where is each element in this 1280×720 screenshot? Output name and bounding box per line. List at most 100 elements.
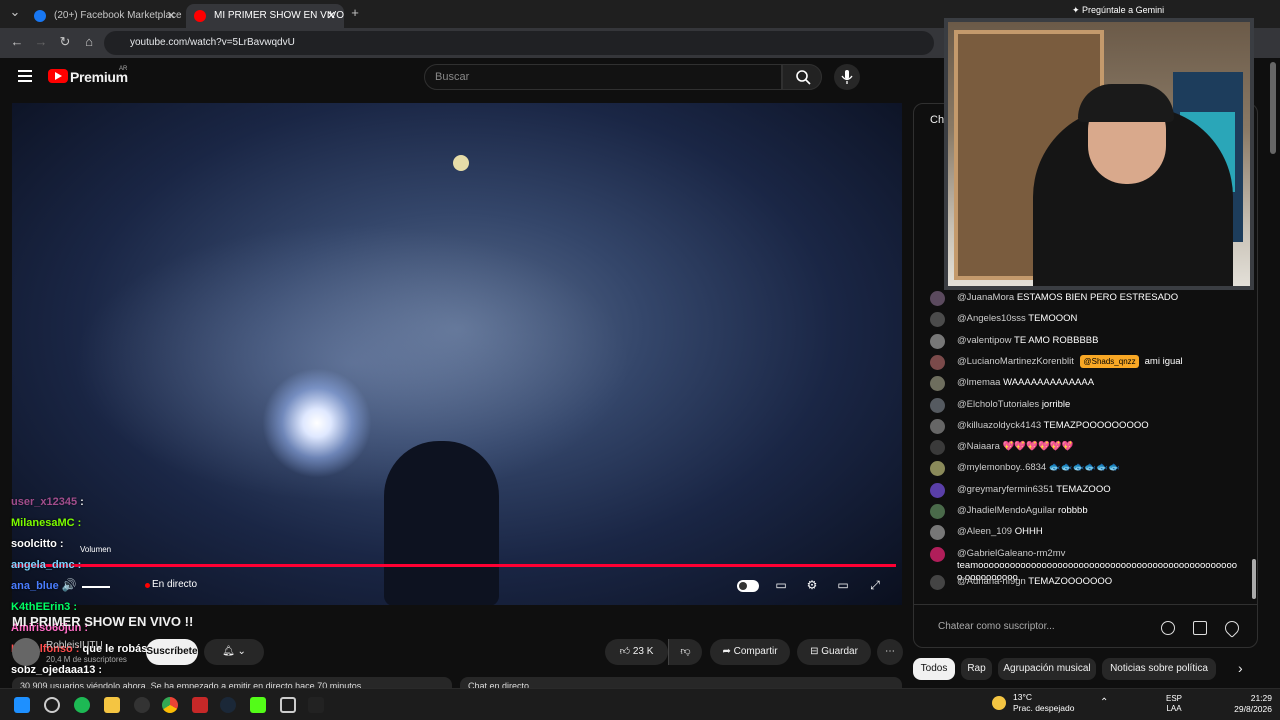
chip-agrupacion-musical[interactable]: Agrupación musical xyxy=(998,658,1096,680)
webcam-overlay[interactable] xyxy=(944,18,1254,290)
chat-author[interactable]: @ElcholoTutoriales xyxy=(957,399,1039,410)
subscribe-button[interactable]: Suscríbete xyxy=(146,639,198,665)
chevron-right-icon[interactable]: › xyxy=(1238,660,1243,676)
chat-avatar[interactable] xyxy=(930,574,945,590)
chat-message: @Aleen_109 OHHH xyxy=(930,523,1240,541)
mic-button[interactable] xyxy=(834,64,860,90)
chat-text: TEMAZOOOOOOO xyxy=(1028,575,1113,587)
chat-message: @Angeles10sss TEMOOON xyxy=(930,310,1240,328)
settings-app-icon[interactable] xyxy=(44,697,60,713)
steam-icon[interactable] xyxy=(220,697,236,713)
chat-avatar[interactable] xyxy=(930,440,945,456)
chrome-icon[interactable] xyxy=(162,697,178,713)
youtube-logo-icon[interactable] xyxy=(48,69,68,83)
video-player[interactable]: Volumen 🔊 En directo ▭ ⚙ ▭ ⤢ xyxy=(12,103,902,605)
heart-icon[interactable] xyxy=(1222,618,1242,638)
chat-author[interactable]: @Adriana-ni9gn xyxy=(957,576,1026,587)
chat-avatar[interactable] xyxy=(930,376,945,392)
kick-icon[interactable] xyxy=(250,697,266,713)
chat-avatar[interactable] xyxy=(930,418,945,434)
tab-search-icon[interactable]: ⌄ xyxy=(6,4,24,20)
chat-author[interactable]: @valentipow xyxy=(957,335,1012,346)
4k-app-icon[interactable] xyxy=(134,697,150,713)
chat-author[interactable]: @JuanaMora xyxy=(957,292,1014,303)
forward-icon[interactable]: → xyxy=(32,34,50,49)
chat-avatar[interactable] xyxy=(930,546,945,562)
chat-author[interactable]: @LucianoMartinezKorenblit xyxy=(957,356,1074,367)
chip-todos[interactable]: Todos xyxy=(913,658,955,680)
chat-avatar[interactable] xyxy=(930,525,945,541)
language-indicator[interactable]: ESP LAA xyxy=(1166,694,1182,714)
tab-facebook[interactable]: (20+) Facebook Marketplace | F ✕ xyxy=(26,4,184,28)
video-title: MI PRIMER SHOW EN VIVO !! xyxy=(12,614,194,629)
more-actions-button[interactable]: ⋯ xyxy=(877,639,903,665)
chat-avatar[interactable] xyxy=(930,461,945,477)
weather-widget[interactable]: 13°C Prac. despejado xyxy=(1013,692,1074,714)
channel-avatar[interactable] xyxy=(12,638,40,666)
chat-avatar[interactable] xyxy=(930,312,945,328)
chat-message: @Naiaara 💖💖💖💖💖💖 xyxy=(930,438,1240,456)
theater-icon[interactable]: ▭ xyxy=(834,578,852,594)
dislike-button[interactable]: 👎︎ xyxy=(668,639,702,665)
search-button[interactable] xyxy=(782,64,822,90)
close-icon[interactable]: ✕ xyxy=(327,4,336,28)
spotify-icon[interactable] xyxy=(74,697,90,713)
weather-icon[interactable] xyxy=(992,696,1006,710)
reload-icon[interactable]: ↻ xyxy=(56,34,74,50)
home-icon[interactable]: ⌂ xyxy=(80,34,98,49)
notifications-button[interactable]: 🔔︎ ⌄ xyxy=(204,639,264,665)
video-app-icon[interactable] xyxy=(192,697,208,713)
chat-avatar[interactable] xyxy=(930,482,945,498)
save-button[interactable]: ⊟ Guardar xyxy=(797,639,871,665)
chat-message: @mylemonboy..6834 🐟🐟🐟🐟🐟🐟 xyxy=(930,459,1240,477)
chat-author[interactable]: @mylemonboy..6834 xyxy=(957,462,1046,473)
chat-avatar[interactable] xyxy=(930,333,945,349)
tab-youtube[interactable]: MI PRIMER SHOW EN VIVO ✕ xyxy=(186,4,344,28)
chat-author[interactable]: @Aleen_109 xyxy=(957,526,1012,537)
chat-author[interactable]: @Angeles10sss xyxy=(957,313,1026,324)
chat-scrollbar[interactable] xyxy=(1252,559,1256,599)
chat-avatar[interactable] xyxy=(930,504,945,519)
app-icon[interactable] xyxy=(280,697,296,713)
channel-name[interactable]: RobleisIUTU xyxy=(46,640,103,651)
live-label[interactable]: En directo xyxy=(152,579,197,590)
chat-avatar[interactable] xyxy=(930,291,945,306)
settings-icon[interactable]: ⚙ xyxy=(803,578,821,594)
progress-bar[interactable] xyxy=(12,564,896,567)
url-input[interactable]: youtube.com/watch?v=5LrBavwqdvU xyxy=(104,31,934,55)
subtitles-icon[interactable]: ▭ xyxy=(772,578,790,594)
mention-chip[interactable]: @Shads_qnzz xyxy=(1080,354,1139,368)
mm-app-icon[interactable] xyxy=(308,697,324,713)
chat-author[interactable]: @killuazoldyck4143 xyxy=(957,420,1041,431)
tray-chevron-icon[interactable]: ⌃ xyxy=(1100,697,1108,708)
menu-icon[interactable] xyxy=(18,70,32,85)
chat-author[interactable]: @Naiaara xyxy=(957,441,1000,452)
search-input[interactable]: Buscar xyxy=(424,64,782,90)
chat-avatar[interactable] xyxy=(930,354,945,370)
chat-avatar[interactable] xyxy=(930,397,945,413)
clock[interactable]: 21:29 29/8/2026 xyxy=(1228,693,1272,715)
volume-icon[interactable]: 🔊 xyxy=(60,578,78,594)
chat-author[interactable]: @lmemaa xyxy=(957,377,1000,388)
super-chat-icon[interactable] xyxy=(1193,621,1207,635)
chat-divider xyxy=(914,604,1257,605)
chip-noticias-politica[interactable]: Noticias sobre política xyxy=(1102,658,1216,680)
chip-rap[interactable]: Rap xyxy=(961,658,992,680)
gemini-button[interactable]: ✦ Pregúntale a Gemini xyxy=(1072,5,1164,16)
close-icon[interactable]: ✕ xyxy=(167,4,176,28)
like-button[interactable]: 👍︎ 23 K xyxy=(605,639,668,665)
chat-author[interactable]: @greymaryfermin6351 xyxy=(957,484,1054,495)
new-tab-button[interactable]: + xyxy=(346,5,364,20)
page-scrollbar[interactable] xyxy=(1270,62,1276,154)
windows-start-icon[interactable] xyxy=(14,697,30,713)
share-button[interactable]: ➦ Compartir xyxy=(710,639,790,665)
chat-input[interactable]: Chatear como suscriptor... xyxy=(930,614,1140,640)
fullscreen-icon[interactable]: ⤢ xyxy=(866,578,884,594)
autoplay-toggle[interactable] xyxy=(737,580,759,592)
back-icon[interactable]: ← xyxy=(8,34,26,49)
folder-icon[interactable] xyxy=(104,697,120,713)
volume-slider[interactable] xyxy=(82,586,110,588)
chat-author[interactable]: @GabrielGaleano-rm2mv xyxy=(957,548,1065,559)
chat-author[interactable]: @JhadielMendoAguilar xyxy=(957,505,1055,516)
emoji-icon[interactable] xyxy=(1161,621,1175,635)
